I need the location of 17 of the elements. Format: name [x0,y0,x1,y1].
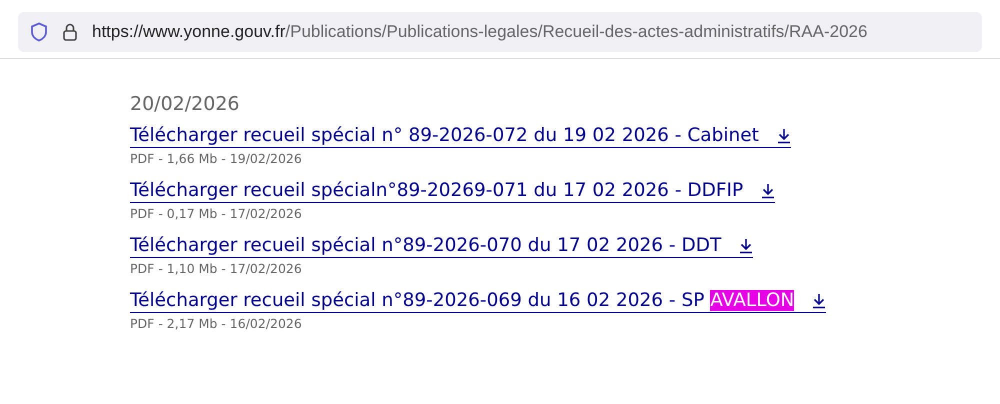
download-link[interactable]: Télécharger recueil spécial n° 89-2026-072 du 19 02 2026 - Cabinet [130,125,791,148]
date-heading: 20/02/2026 [130,93,241,115]
url-text: https://www.yonne.gouv.fr/Publications/Publications-legales/Recueil-des-actes-administratifs/RAA-2026 [92,22,868,42]
lock-icon [62,22,78,42]
download-icon [776,128,791,144]
download-link[interactable]: Télécharger recueil spécial n°89-2026-070 du 17 02 2026 - DDT [130,235,754,258]
file-info: PDF - 0,17 Mb - 17/02/2026 [130,206,303,221]
download-link[interactable]: Télécharger recueil spécial n°89-2026-069 du 16 02 2026 - SP AVALLON [130,290,826,313]
download-link[interactable]: Télécharger recueil spécialn°89-20269-071 du 17 02 2026 - DDFIP [130,180,776,203]
file-info: PDF - 1,10 Mb - 17/02/2026 [130,261,303,276]
address-bar[interactable]: https://www.yonne.gouv.fr/Publications/Publications-legales/Recueil-des-actes-administratifs/RAA-2026 [18,12,982,52]
file-info: PDF - 1,66 Mb - 19/02/2026 [130,151,303,166]
download-icon [739,238,754,254]
download-icon [761,182,776,198]
shield-icon[interactable] [30,22,48,42]
file-info: PDF - 2,17 Mb - 16/02/2026 [130,316,303,331]
download-icon [812,292,826,308]
